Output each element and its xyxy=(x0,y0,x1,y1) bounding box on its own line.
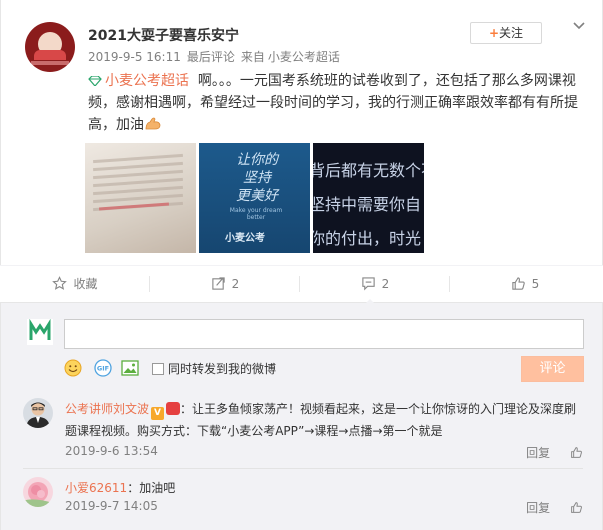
post-image-3[interactable]: 背后都有无数个不 坚持中需要你自 你的付出，时光 xyxy=(313,143,424,253)
comment-icon xyxy=(361,277,375,291)
app-logo-icon xyxy=(27,319,53,345)
post-image-1[interactable] xyxy=(85,143,196,253)
weibo-post: 2021大耍子要喜乐安宁 2019-9-5 16:11 最后评论 来自小麦公考超话 … xyxy=(0,0,603,265)
post-image-2[interactable]: 让你的 坚持 更美好 Make your dream better 小麦公考 xyxy=(199,143,310,253)
comment-ops: 回复 xyxy=(526,444,583,461)
gif-label: GIF xyxy=(97,365,109,373)
repost-count: 2 xyxy=(231,277,240,291)
comment-input[interactable] xyxy=(64,319,584,349)
chevron-down-icon[interactable] xyxy=(571,18,587,34)
post-datetime[interactable]: 2019-9-5 16:11 xyxy=(88,50,181,64)
image-subtitle: Make your dream better xyxy=(229,207,283,221)
comment-text: ：加油吧 xyxy=(127,481,176,495)
source-prefix: 来自 xyxy=(240,50,265,64)
comments-panel: GIF 同时转发到我的微博 评论 公考讲师刘文波 V ：让王多鱼倾家荡产！视频看起来… xyxy=(0,303,603,530)
submit-comment-button[interactable]: 评论 xyxy=(521,356,584,382)
commenter-avatar[interactable] xyxy=(23,398,53,428)
comment-item: 公考讲师刘文波 V ：让王多鱼倾家荡产！视频看起来，这是一个让你惊讶的入门理论及深度… xyxy=(23,398,583,463)
star-icon xyxy=(52,276,68,290)
reply-button[interactable]: 回复 xyxy=(526,446,550,460)
gif-icon[interactable]: GIF xyxy=(94,359,112,377)
post-content: 小麦公考超话 啊。。。一元国考系统班的试卷收到了，还包括了那么多网课视频，感谢相… xyxy=(88,70,588,136)
follow-button[interactable]: +关注 xyxy=(470,22,542,44)
emoji-icon[interactable] xyxy=(64,359,82,377)
commenter-avatar[interactable] xyxy=(23,477,53,507)
repost-button[interactable]: 2 xyxy=(150,266,300,302)
commenter-name[interactable]: 小爱62611 xyxy=(65,481,127,495)
comment-time: 2019-9-6 13:54 xyxy=(65,444,158,458)
comment-time: 2019-9-7 14:05 xyxy=(65,499,158,513)
comment-divider xyxy=(23,468,583,469)
image-icon[interactable] xyxy=(121,359,139,377)
also-repost-checkbox[interactable]: 同时转发到我的微博 xyxy=(152,360,276,377)
post-images: 让你的 坚持 更美好 Make your dream better 小麦公考 背… xyxy=(85,143,425,255)
image-text-line: 坚持中需要你自 xyxy=(313,195,422,214)
user-avatar[interactable] xyxy=(25,22,75,72)
checkbox[interactable] xyxy=(152,363,164,375)
image-text-line: 背后都有无数个不 xyxy=(313,161,424,180)
thumbs-up-icon[interactable] xyxy=(570,501,583,514)
favorite-label: 收藏 xyxy=(73,277,98,291)
reply-button[interactable]: 回复 xyxy=(526,501,550,515)
comment-button[interactable]: 2 xyxy=(300,266,450,305)
post-source[interactable]: 小麦公考超话 xyxy=(268,50,340,64)
follow-label: 关注 xyxy=(499,26,524,40)
diamond-icon xyxy=(88,76,102,86)
image-logo-text: 小麦公考 xyxy=(225,233,265,244)
vip-badge-icon xyxy=(166,402,181,415)
like-count: 5 xyxy=(531,277,540,291)
image-text-line: 你的付出，时光 xyxy=(313,229,422,248)
comment-body: 小爱62611：加油吧 xyxy=(65,477,580,499)
favorite-button[interactable]: 收藏 xyxy=(0,266,150,302)
like-button[interactable]: 5 xyxy=(450,266,600,302)
flexed-biceps-icon xyxy=(145,117,161,130)
comment-body: 公考讲师刘文波 V ：让王多鱼倾家荡产！视频看起来，这是一个让你惊讶的入门理论及深度… xyxy=(65,398,580,442)
plus-icon: + xyxy=(488,26,500,40)
thumbs-up-icon[interactable] xyxy=(570,446,583,459)
image-handwriting: 让你的 坚持 更美好 xyxy=(236,152,278,204)
also-repost-label: 同时转发到我的微博 xyxy=(168,362,277,376)
last-comment-label: 最后评论 xyxy=(186,50,235,64)
comment-ops: 回复 xyxy=(526,499,583,516)
thumbs-up-icon xyxy=(511,277,525,290)
comment-count: 2 xyxy=(381,277,390,291)
post-meta: 2019-9-5 16:11 最后评论 来自 小麦公考超话 xyxy=(88,48,346,65)
action-bar: 收藏 2 2 5 xyxy=(0,265,603,305)
comment-item: 小爱62611：加油吧 2019-9-7 14:05 回复 xyxy=(23,477,583,522)
verified-badge-icon: V xyxy=(151,407,165,420)
post-username[interactable]: 2021大耍子要喜乐安宁 xyxy=(88,25,239,45)
commenter-name[interactable]: 公考讲师刘文波 xyxy=(65,402,149,416)
super-topic-link[interactable]: 小麦公考超话 xyxy=(105,73,189,89)
repost-icon xyxy=(211,277,225,290)
